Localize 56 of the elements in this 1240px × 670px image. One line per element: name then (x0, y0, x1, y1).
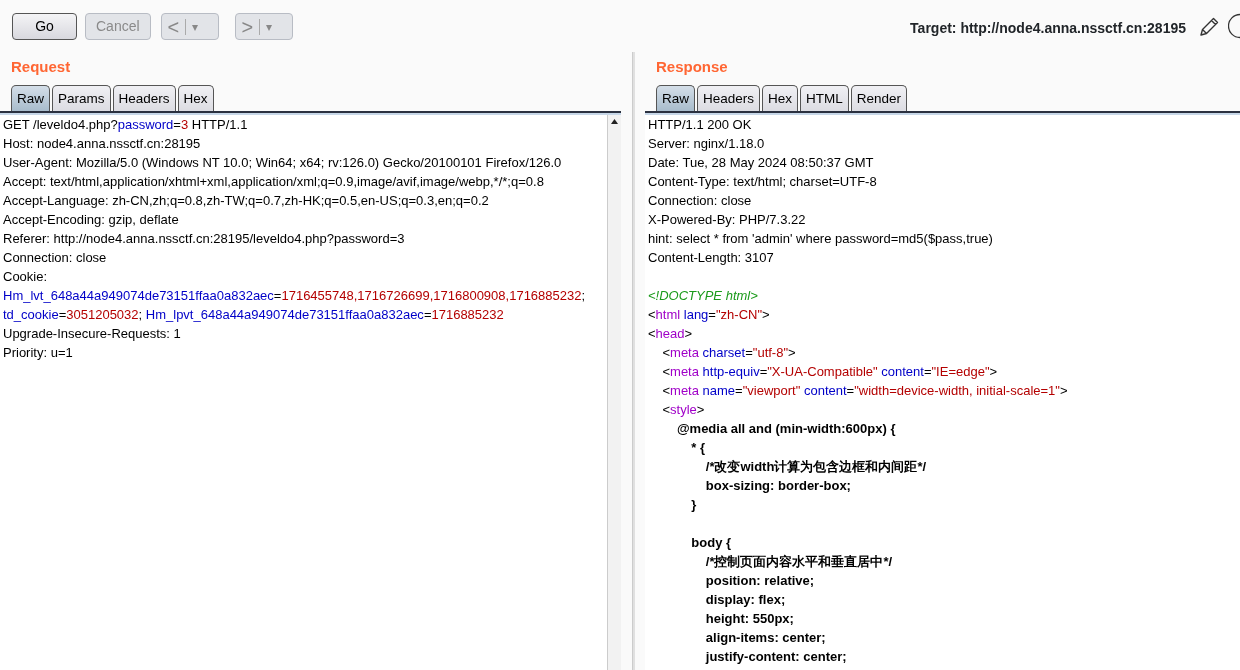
tab[interactable]: Raw (656, 84, 695, 111)
code-line: Connection: close (648, 191, 753, 210)
tab[interactable]: Params (52, 84, 111, 111)
response-title: Response (655, 57, 729, 77)
code-line: HTTP/1.1 200 OK (648, 115, 753, 134)
tab[interactable]: Headers (112, 84, 176, 111)
code-line: Accept-Language: zh-CN,zh;q=0.8,zh-TW;q=0.7,zh-HK;q=0.5,en-US;q=0.3,en;q=0.2 (3, 191, 490, 210)
code-line: Accept-Encoding: gzip, deflate (3, 210, 180, 229)
code-line: GET /leveldo4.php?password=3 HTTP/1.1 (3, 115, 249, 134)
code-line: } (690, 495, 698, 514)
scrollbar[interactable] (607, 114, 621, 670)
code-line: <meta name="viewport" content="width=device-width, initial-scale=1"> (661, 381, 1069, 400)
code-line: <html lang="zh-CN"> (648, 305, 771, 324)
code-line: Server: nginx/1.18.0 (648, 134, 766, 153)
code-line: X-Powered-By: PHP/7.3.22 (648, 210, 807, 229)
code-line: Content-Length: 3107 (648, 248, 775, 267)
code-line: <meta charset="utf-8"> (661, 343, 797, 362)
code-line: /*控制页面内容水平和垂直居中*/ (704, 552, 894, 571)
tab[interactable]: HTML (800, 84, 849, 111)
code-line: Hm_lvt_648a44a949074de73151ffaa0a832aec=1716455748,1716726699,1716800908,1716885232; (3, 286, 587, 305)
code-line: @media all and (min-width:600px) { (675, 419, 897, 438)
code-line: Cookie: (3, 267, 49, 286)
code-line: Upgrade-Insecure-Requests: 1 (3, 324, 182, 343)
code-line: align-items: center; (704, 628, 827, 647)
request-title: Request (10, 57, 72, 77)
code-line: display: flex; (704, 590, 787, 609)
tab[interactable]: Hex (177, 84, 214, 111)
code-line: hint: select * from 'admin' where password=md5($pass,true) (648, 229, 994, 248)
code-line: <!DOCTYPE html> (648, 286, 759, 305)
code-line: td_cookie=3051205032; Hm_lpvt_648a44a949074de73151ffaa0a832aec=1716885232 (3, 305, 505, 324)
code-line: Priority: u=1 (3, 343, 74, 362)
edit-icon[interactable] (1198, 15, 1220, 38)
code-line: /*改变width计算为包含边框和内间距*/ (704, 457, 928, 476)
help-icon[interactable] (1228, 13, 1240, 39)
tab[interactable]: Hex (762, 84, 799, 111)
code-line: justify-content: center; (704, 647, 848, 666)
go-button[interactable]: Go (12, 13, 77, 40)
code-line: User-Agent: Mozilla/5.0 (Windows NT 10.0; Win64; x64; rv:126.0) Gecko/20100101 Firefox/126.0 (3, 153, 563, 172)
code-line: <style> (661, 400, 706, 419)
code-line: Date: Tue, 28 May 2024 08:50:37 GMT (648, 153, 875, 172)
code-line: box-sizing: border-box; (704, 476, 852, 495)
code-line: position: relative; (704, 571, 816, 590)
tab[interactable]: Render (850, 84, 908, 111)
code-line: body { (690, 533, 733, 552)
code-line: Connection: close (3, 248, 108, 267)
code-line: <head> (648, 324, 694, 343)
tab[interactable]: Headers (697, 84, 761, 111)
code-line: Referer: http://node4.anna.nssctf.cn:28195/leveldo4.php?password=3 (3, 229, 406, 248)
code-line: height: 550px; (704, 609, 795, 628)
code-line: Content-Type: text/html; charset=UTF-8 (648, 172, 878, 191)
target-label: Target: http://node4.anna.nssctf.cn:28195 (910, 19, 1186, 38)
tab[interactable]: Raw (11, 84, 50, 111)
code-line: Host: node4.anna.nssctf.cn:28195 (3, 134, 202, 153)
code-line: <meta http-equiv="X-UA-Compatible" content="IE=edge"> (661, 362, 999, 381)
code-line: Accept: text/html,application/xhtml+xml,application/xml;q=0.9,image/avif,image/webp,*/*;q=0.8 (3, 172, 545, 191)
code-line: * { (690, 438, 707, 457)
